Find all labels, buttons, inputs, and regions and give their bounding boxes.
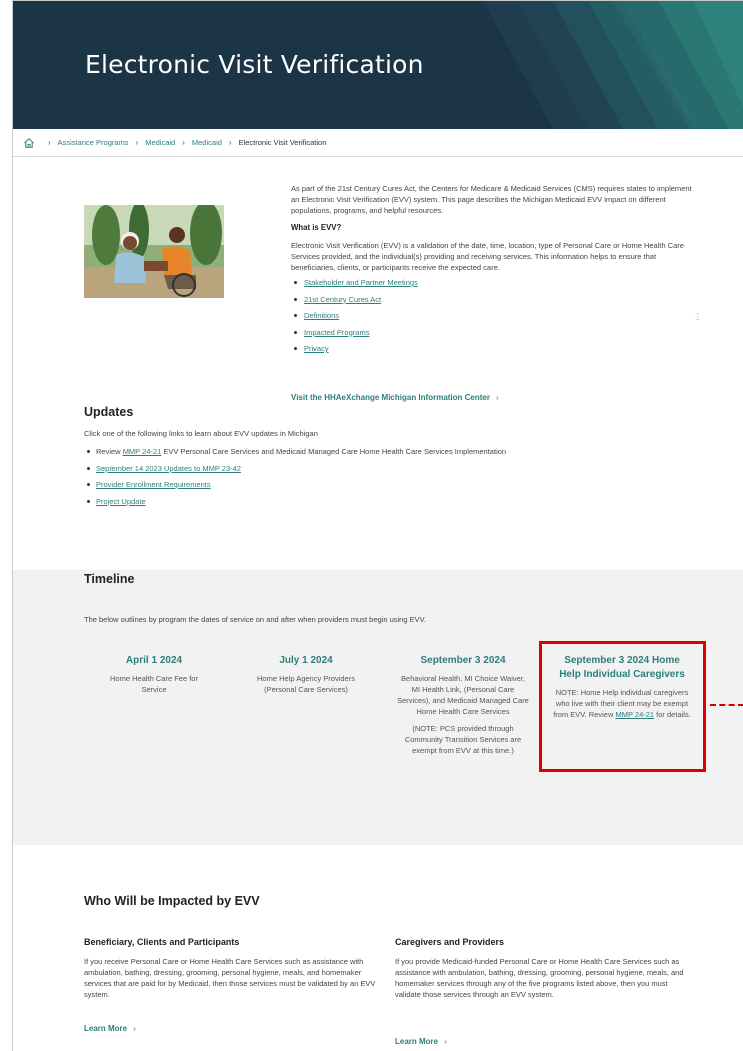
learn-more-label: Learn More: [84, 1024, 128, 1033]
link-impacted-programs[interactable]: Impacted Programs: [304, 328, 369, 337]
impacted-right-text: If you provide Medicaid-funded Personal …: [395, 957, 684, 999]
impacted-left-text: If you receive Personal Care or Home Hea…: [84, 957, 376, 999]
update-suffix: EVV Personal Care Services and Medicaid …: [161, 447, 507, 456]
learn-more-beneficiaries[interactable]: Learn More ›: [84, 1024, 136, 1033]
list-item: Privacy: [291, 343, 696, 360]
chevron-right-icon: ›: [182, 138, 185, 147]
chevron-right-icon: ›: [48, 138, 51, 147]
learn-more-label: Learn More: [395, 1037, 439, 1046]
link-mmp-24-21[interactable]: MMP 24-21: [123, 447, 162, 456]
page-title: Electronic Visit Verification: [85, 50, 424, 79]
timeline-col-september: September 3 2024 Behavioral Health, MI C…: [397, 654, 529, 762]
link-project-update[interactable]: Project Update: [96, 497, 146, 506]
resource-links: Stakeholder and Partner Meetings 21st Ce…: [291, 277, 696, 360]
impacted-right-title: Caregivers and Providers: [395, 937, 505, 947]
impacted-beneficiaries: Beneficiary, Clients and Participants If…: [84, 937, 379, 1000]
visit-info-center-link[interactable]: Visit the HHAeXchange Michigan Informati…: [291, 393, 499, 402]
caregiver-photo: [84, 205, 224, 298]
link-provider-enrollment[interactable]: Provider Enrollment Requirements: [96, 480, 211, 489]
updates-heading: Updates: [84, 405, 134, 419]
learn-more-caregivers[interactable]: Learn More ›: [395, 1037, 447, 1046]
callout-dashed-line: [710, 704, 743, 706]
list-item: Definitions: [291, 310, 696, 327]
list-item: Stakeholder and Partner Meetings: [291, 277, 696, 294]
what-is-evv-heading: What is EVV?: [291, 223, 342, 232]
breadcrumb-current: Electronic Visit Verification: [238, 138, 327, 147]
chevron-right-icon: ›: [496, 393, 499, 402]
link-sept-14-updates[interactable]: September 14 2023 Updates to MMP 23-42: [96, 464, 241, 473]
breadcrumb: › Assistance Programs › Medicaid › Medic…: [13, 129, 743, 157]
link-stakeholder-meetings[interactable]: Stakeholder and Partner Meetings: [304, 278, 418, 287]
chevron-right-icon: ›: [444, 1037, 447, 1046]
timeline-col-july: July 1 2024 Home Help Agency Providers (…: [241, 654, 371, 701]
breadcrumb-assistance-programs[interactable]: Assistance Programs: [58, 138, 129, 147]
chevron-right-icon: ›: [135, 138, 139, 147]
chevron-right-icon: ›: [228, 138, 232, 147]
chevron-right-icon: ›: [133, 1024, 136, 1033]
timeline-col-april: April 1 2024 Home Health Care Fee for Se…: [95, 654, 213, 701]
timeline-date: April 1 2024: [125, 655, 183, 666]
list-item: Provider Enrollment Requirements: [84, 479, 704, 496]
visit-info-center-label: Visit the HHAeXchange Michigan Informati…: [291, 393, 490, 402]
update-prefix: Review: [96, 447, 123, 456]
breadcrumb-medicaid[interactable]: Medicaid: [145, 138, 175, 147]
timeline-heading: Timeline: [84, 572, 135, 586]
updates-list: Review MMP 24-21 EVV Personal Care Servi…: [84, 446, 704, 512]
list-item: Review MMP 24-21 EVV Personal Care Servi…: [84, 446, 704, 463]
timeline-text: Home Help Agency Providers (Personal Car…: [257, 674, 355, 694]
timeline-description: The below outlines by program the dates …: [84, 615, 427, 624]
impacted-left-title: Beneficiary, Clients and Participants: [84, 937, 240, 947]
home-icon[interactable]: [23, 137, 35, 149]
breadcrumb-medicaid-2[interactable]: Medicaid: [192, 138, 222, 147]
timeline-text: Behavioral Health, MI Choice Waiver, MI …: [397, 674, 529, 716]
list-item: September 14 2023 Updates to MMP 23-42: [84, 463, 704, 480]
list-item: Impacted Programs: [291, 327, 696, 344]
impacted-heading: Who Will be Impacted by EVV: [84, 894, 260, 908]
page-frame: Electronic Visit Verification › Assistan…: [12, 0, 743, 1051]
impacted-caregivers: Caregivers and Providers If you provide …: [395, 937, 690, 1000]
link-definitions[interactable]: Definitions: [304, 311, 339, 320]
hero-banner: Electronic Visit Verification: [13, 1, 743, 129]
cursor-icon: ⌶: [695, 312, 701, 322]
timeline-date: September 3 2024: [420, 655, 506, 666]
timeline-date: July 1 2024: [279, 655, 333, 666]
link-privacy[interactable]: Privacy: [304, 344, 329, 353]
timeline-note: (NOTE: PCS provided through Community Tr…: [404, 724, 522, 755]
link-cures-act[interactable]: 21st Century Cures Act: [304, 295, 381, 304]
updates-section: Updates Click one of the following links…: [84, 405, 704, 512]
highlight-box: [539, 641, 706, 772]
intro-paragraph: As part of the 21st Century Cures Act, t…: [291, 184, 692, 215]
list-item: 21st Century Cures Act: [291, 294, 696, 311]
timeline-text: Home Health Care Fee for Service: [110, 674, 198, 694]
updates-intro: Click one of the following links to lear…: [84, 429, 318, 438]
intro-section: As part of the 21st Century Cures Act, t…: [291, 183, 696, 360]
list-item: Project Update: [84, 496, 704, 513]
what-is-evv-text: Electronic Visit Verification (EVV) is a…: [291, 241, 684, 272]
